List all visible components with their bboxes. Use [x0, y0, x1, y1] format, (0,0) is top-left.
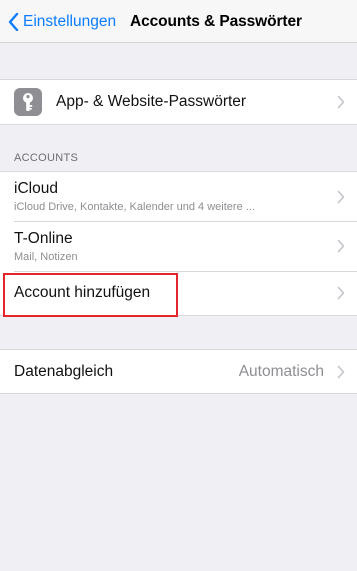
account-row-t-online[interactable]: T-Online Mail, Notizen — [0, 221, 357, 271]
account-label: T-Online — [14, 229, 73, 247]
account-label: iCloud — [14, 180, 58, 197]
chevron-right-icon — [337, 365, 345, 378]
sync-row[interactable]: Datenabgleich Automatisch — [0, 350, 357, 393]
chevron-right-icon — [337, 286, 345, 300]
chevron-left-icon — [8, 12, 19, 31]
back-button[interactable]: Einstellungen — [8, 0, 116, 43]
navigation-bar: Einstellungen Accounts & Passwörter — [0, 0, 357, 43]
account-detail: iCloud Drive, Kontakte, Kalender und 4 w… — [14, 201, 255, 213]
account-row-icloud[interactable]: iCloud iCloud Drive, Kontakte, Kalender … — [0, 172, 357, 221]
chevron-right-icon — [337, 190, 345, 203]
chevron-right-icon — [337, 95, 345, 109]
add-account-row[interactable]: Account hinzufügen — [0, 271, 357, 315]
sync-label: Datenabgleich — [14, 362, 114, 380]
sync-group: Datenabgleich Automatisch — [0, 349, 357, 394]
account-detail: Mail, Notizen — [14, 250, 78, 263]
passwords-label: App- & Website-Passwörter — [56, 93, 247, 110]
back-label: Einstellungen — [23, 12, 117, 30]
add-account-label: Account hinzufügen — [14, 284, 151, 301]
sync-value: Automatisch — [238, 362, 324, 380]
page-title: Accounts & Passwörter — [130, 12, 302, 30]
chevron-right-icon — [337, 239, 345, 253]
passwords-row[interactable]: App- & Website-Passwörter — [0, 80, 357, 124]
accounts-group: iCloud iCloud Drive, Kontakte, Kalender … — [0, 171, 357, 316]
accounts-section-header: ACCOUNTS — [14, 152, 79, 164]
key-icon — [14, 88, 42, 116]
passwords-group: App- & Website-Passwörter — [0, 79, 357, 125]
